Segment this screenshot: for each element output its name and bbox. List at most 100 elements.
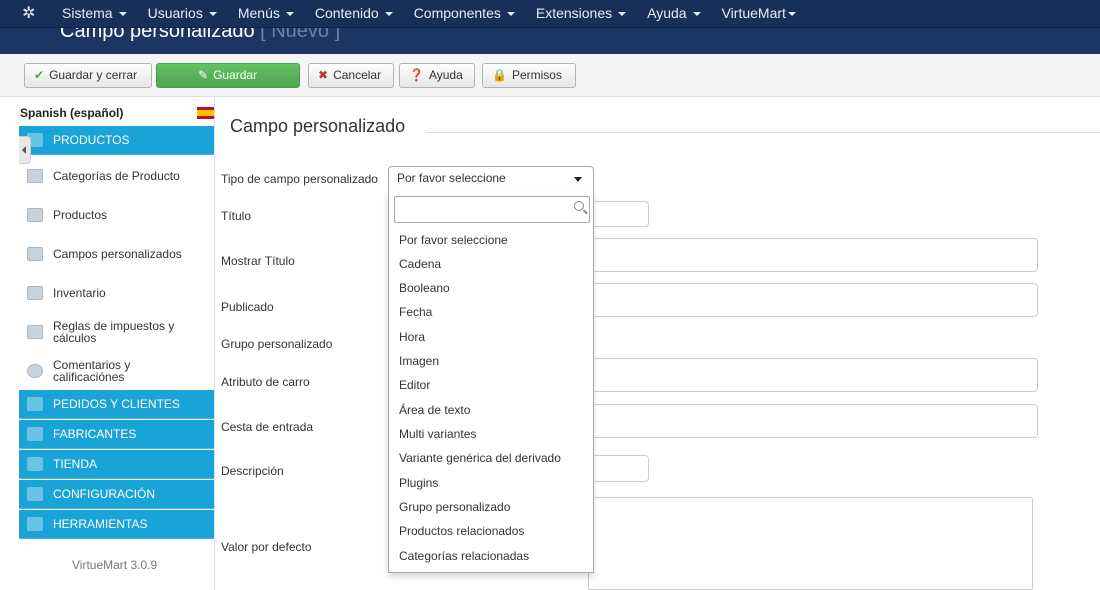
shop-icon [27, 457, 43, 471]
caret-down-icon [787, 12, 796, 17]
page-header: Campo personalizado [ Nuevo ] [0, 28, 1100, 54]
menu-label: Extensiones [535, 5, 613, 21]
caret-down-icon [692, 12, 701, 17]
calculator-icon [27, 325, 43, 339]
published-field[interactable] [588, 283, 1038, 317]
page-status: [ Nuevo ] [260, 28, 341, 42]
dropdown-option[interactable]: Variante genérica del derivado [399, 451, 561, 465]
caret-down-icon [208, 12, 217, 17]
save-close-button[interactable]: ✔ Guardar y cerrar [24, 63, 152, 88]
menu-componentes[interactable]: Componentes [414, 0, 515, 28]
field-type-select[interactable]: Por favor seleccione [388, 166, 594, 190]
description-input[interactable] [588, 455, 649, 482]
sidebar-item-label: Inventario [53, 286, 106, 300]
sidebar: Spanish (español) PRODUCTOS Categorías d… [0, 98, 215, 590]
save-button[interactable]: ✎ Guardar [156, 63, 300, 88]
sidebar-section-config[interactable]: CONFIGURACIÓN [19, 480, 214, 509]
cart-attribute-field[interactable] [588, 358, 1038, 392]
dropdown-option[interactable]: Productos relacionados [399, 524, 524, 538]
sidebar-item-label: Categorías de Producto [53, 169, 180, 183]
dropdown-option[interactable]: Multi variantes [399, 427, 476, 441]
menu-label: Componentes [413, 5, 501, 21]
comment-icon [27, 364, 43, 378]
menu-virtuemart[interactable]: VirtueMart [722, 0, 796, 28]
orders-icon [27, 397, 43, 411]
sidebar-item-inventory[interactable]: Inventario [19, 285, 214, 301]
check-icon: ✔ [34, 68, 45, 82]
caret-down-icon [384, 12, 393, 17]
sidebar-section-products[interactable]: PRODUCTOS [19, 126, 214, 155]
sidebar-collapse-handle[interactable] [19, 136, 31, 164]
dropdown-option[interactable]: Cadena [399, 257, 441, 271]
dropdown-option[interactable]: Fecha [399, 305, 432, 319]
sidebar-section-shop[interactable]: TIENDA [19, 450, 214, 479]
label-title: Título [221, 209, 252, 223]
joomla-logo-icon[interactable]: ✲ [22, 5, 40, 23]
sidebar-section-manufacturers[interactable]: FABRICANTES [19, 420, 214, 449]
spain-flag-icon[interactable] [197, 107, 214, 119]
label-type: Tipo de campo personalizado [221, 172, 378, 186]
dropdown-option[interactable]: Plugins [399, 476, 438, 490]
edit-icon: ✎ [198, 68, 209, 82]
button-label: Guardar [213, 68, 258, 82]
select-value: Por favor seleccione [397, 171, 506, 185]
menu-menus[interactable]: Menús [238, 0, 294, 28]
default-value-textarea[interactable] [588, 497, 1033, 590]
dropdown-option[interactable]: Editor [399, 378, 430, 392]
sidebar-item-label: Campos personalizados [53, 247, 182, 261]
dropdown-option[interactable]: Imagen [399, 354, 439, 368]
custom-fields-icon [27, 247, 43, 261]
label-group: Grupo personalizado [221, 337, 333, 351]
wrench-icon [27, 427, 43, 441]
sidebar-item-tax[interactable]: Reglas de impuestos y cálculos [19, 318, 214, 346]
dropdown-option[interactable]: Por favor seleccione [399, 233, 508, 247]
dropdown-option[interactable]: Booleano [399, 281, 450, 295]
cart-input-field[interactable] [588, 404, 1038, 438]
sidebar-item-label: Comentarios y calificaciónes [53, 358, 131, 384]
cancel-button[interactable]: ✖ Cancelar [308, 63, 394, 88]
menu-usuarios[interactable]: Usuarios [148, 0, 217, 28]
dropdown-option[interactable]: Área de texto [399, 403, 470, 417]
menu-contenido[interactable]: Contenido [315, 0, 393, 28]
sidebar-item-products[interactable]: Productos [19, 207, 214, 223]
menu-extensiones[interactable]: Extensiones [535, 0, 627, 28]
dropdown-option[interactable]: Hora [399, 330, 425, 344]
menu-sistema[interactable]: Sistema [62, 0, 127, 28]
menu-label: Sistema [62, 5, 113, 21]
sidebar-item-custom-fields[interactable]: Campos personalizados [19, 246, 214, 262]
help-button[interactable]: ❓ Ayuda [399, 63, 475, 88]
top-navbar: ✲ Sistema Usuarios Menús Contenido Compo… [0, 0, 1100, 28]
field-type-dropdown: Por favor seleccione Cadena Booleano Fec… [388, 189, 594, 573]
menu-ayuda[interactable]: Ayuda [647, 0, 701, 28]
section-label: HERRAMIENTAS [53, 517, 148, 531]
search-icon [574, 201, 584, 211]
sidebar-item-reviews[interactable]: Comentarios y calificaciónes [19, 357, 214, 385]
permissions-button[interactable]: 🔒 Permisos [482, 63, 576, 88]
sidebar-item-categories[interactable]: Categorías de Producto [19, 168, 214, 184]
label-cart-attribute: Atributo de carro [221, 375, 310, 389]
form-legend: Campo personalizado [230, 116, 406, 136]
label-description: Descripción [221, 464, 284, 478]
show-title-field[interactable] [588, 238, 1038, 272]
sidebar-section-orders[interactable]: PEDIDOS Y CLIENTES [19, 390, 214, 419]
title-input[interactable] [588, 201, 649, 227]
button-label: Cancelar [333, 68, 382, 82]
dropdown-arrow-icon [574, 177, 582, 182]
language-label: Spanish (español) [20, 106, 124, 120]
dropdown-option[interactable]: Grupo personalizado [399, 500, 510, 514]
version-label: VirtueMart 3.0.9 [72, 558, 158, 572]
lock-icon: 🔒 [492, 68, 507, 82]
button-label: Permisos [511, 68, 562, 82]
label-cart-input: Cesta de entrada [221, 420, 314, 434]
menu-label: VirtueMart [721, 5, 786, 21]
section-label: PEDIDOS Y CLIENTES [53, 397, 180, 411]
label-show-title: Mostrar Título [221, 254, 295, 268]
page-title: Campo personalizado [ Nuevo ] [60, 28, 340, 43]
label-published: Publicado [221, 300, 274, 314]
question-icon: ❓ [409, 68, 424, 82]
button-label: Ayuda [428, 68, 463, 82]
sidebar-section-tools[interactable]: HERRAMIENTAS [19, 510, 214, 539]
dropdown-search-input[interactable] [394, 196, 590, 223]
dropdown-option[interactable]: Categorías relacionadas [399, 549, 529, 563]
menu-label: Menús [237, 5, 280, 21]
